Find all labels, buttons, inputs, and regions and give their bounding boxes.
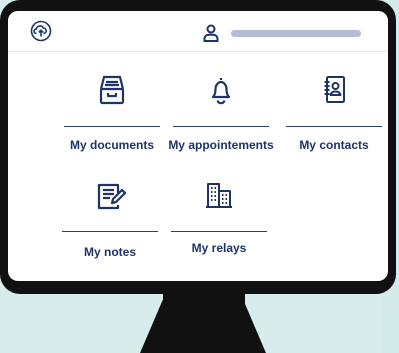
top-bar xyxy=(8,11,388,52)
search-bar[interactable] xyxy=(231,30,361,37)
user-icon[interactable] xyxy=(203,24,219,42)
building-icon xyxy=(171,179,267,211)
tile-divider xyxy=(62,231,158,232)
tile-divider xyxy=(64,126,160,127)
tile-my-notes[interactable]: My notes xyxy=(62,171,158,263)
app-logo-icon[interactable] xyxy=(30,20,52,42)
tile-label: My appointements xyxy=(168,138,274,152)
tile-my-appointements[interactable]: My appointements xyxy=(168,67,274,157)
tile-divider xyxy=(171,231,267,232)
tile-label: My relays xyxy=(191,241,247,255)
tile-label: My notes xyxy=(83,245,136,259)
tile-my-documents[interactable]: My documents xyxy=(64,67,160,157)
note-edit-icon xyxy=(62,181,158,211)
tile-divider xyxy=(173,126,269,127)
app-screen: My documents My appointements My contact… xyxy=(8,11,388,281)
bell-icon xyxy=(173,75,269,105)
address-book-icon xyxy=(286,75,382,105)
tile-divider xyxy=(286,126,382,127)
tile-label: My contacts xyxy=(299,138,369,152)
file-cabinet-icon xyxy=(64,75,160,105)
monitor: My documents My appointements My contact… xyxy=(0,0,396,294)
tile-my-relays[interactable]: My relays xyxy=(171,171,267,263)
tile-label: My documents xyxy=(69,138,154,152)
tile-my-contacts[interactable]: My contacts xyxy=(286,67,382,157)
